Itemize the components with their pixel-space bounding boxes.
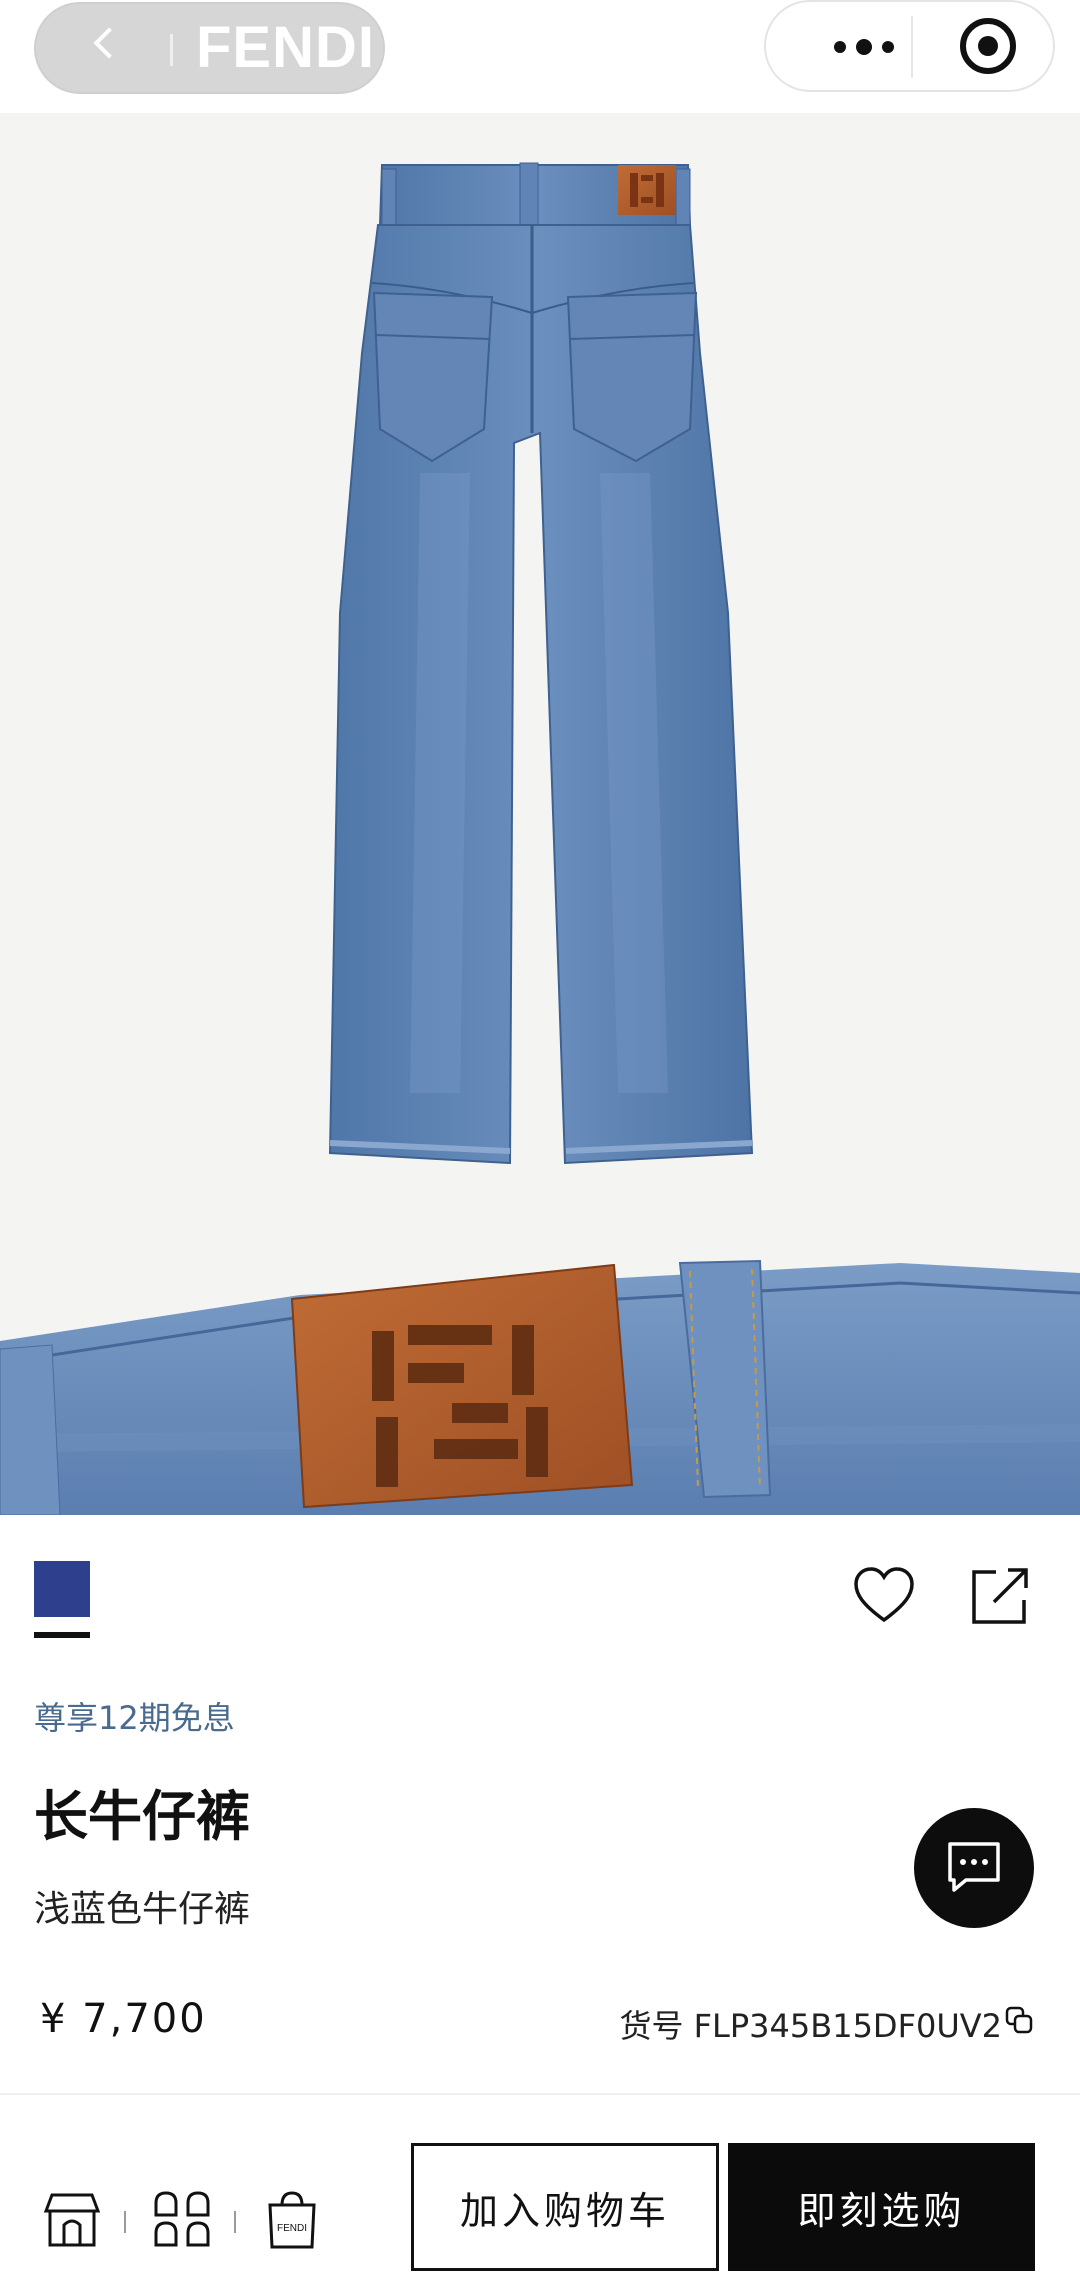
- copy-icon[interactable]: [1004, 2005, 1034, 2035]
- installment-note[interactable]: 尊享12期免息: [34, 1693, 235, 1739]
- bottom-action-bar: FENDI 加入购物车 即刻选购: [0, 2093, 1080, 2282]
- capsule-separator: [911, 16, 913, 78]
- miniprogram-capsule: [764, 0, 1055, 92]
- color-swatch-selected[interactable]: [34, 1561, 90, 1617]
- sku-value: FLP345B15DF0UV2: [693, 2007, 1002, 2045]
- add-to-cart-button[interactable]: 加入购物车: [411, 2143, 719, 2271]
- product-subtitle: 浅蓝色牛仔裤: [34, 1889, 251, 1930]
- favorite-heart-icon[interactable]: [852, 1564, 916, 1628]
- share-icon[interactable]: [968, 1564, 1032, 1628]
- jeans-back-view: [328, 162, 754, 1165]
- waistband-closeup: [0, 1259, 1080, 1515]
- product-price: ¥ 7,700: [40, 1996, 207, 2042]
- back-chevron-icon[interactable]: [93, 27, 125, 59]
- back-brand-pill[interactable]: FENDI: [34, 2, 385, 94]
- product-image: [0, 162, 1080, 1515]
- customer-service-chat-button[interactable]: [914, 1808, 1034, 1928]
- categories-icon[interactable]: [152, 2189, 212, 2249]
- product-title: 长牛仔裤: [34, 1785, 250, 1848]
- product-sku: 货号 FLP345B15DF0UV2: [619, 2001, 1002, 2047]
- store-icon[interactable]: [42, 2189, 102, 2249]
- swatch-selected-indicator: [34, 1632, 90, 1638]
- pill-separator: [170, 34, 173, 66]
- buy-now-button[interactable]: 即刻选购: [728, 2143, 1035, 2271]
- more-menu-icon[interactable]: [832, 39, 896, 55]
- sku-label: 货号: [619, 2007, 684, 2045]
- chat-bubble-icon: [948, 1842, 1000, 1892]
- product-image-gallery[interactable]: [0, 113, 1080, 1515]
- brand-logo: FENDI: [196, 15, 375, 80]
- close-miniprogram-icon[interactable]: [960, 18, 1016, 74]
- bag-logo-text: FENDI: [277, 2223, 307, 2234]
- nav-separator: [124, 2211, 126, 2233]
- top-bar: FENDI: [0, 0, 1080, 113]
- shopping-bag-icon[interactable]: FENDI: [262, 2189, 322, 2249]
- nav-separator: [234, 2211, 236, 2233]
